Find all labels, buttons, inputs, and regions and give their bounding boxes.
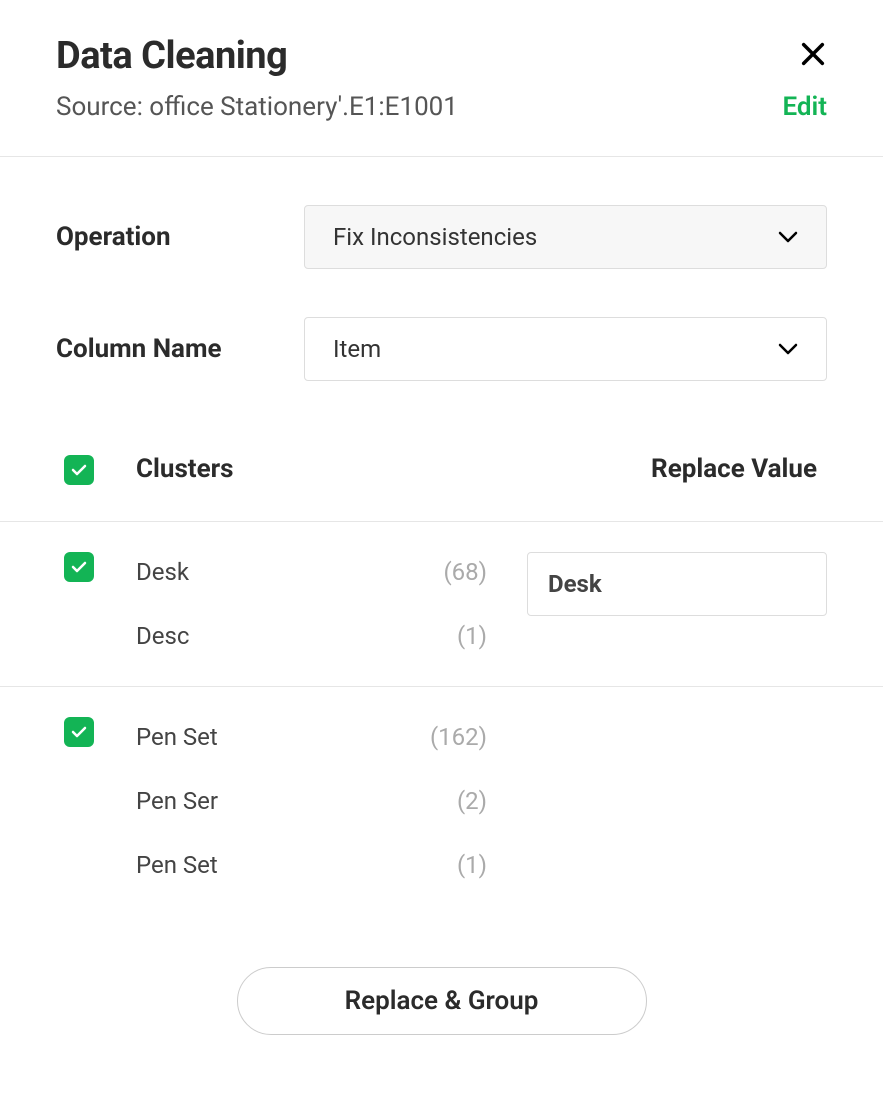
item-count: (68)	[427, 558, 527, 586]
item-name: Pen Set	[136, 851, 427, 879]
cluster-item: Pen Ser (2)	[136, 779, 527, 823]
column-name-label: Column Name	[56, 334, 304, 364]
cluster-checkbox[interactable]	[64, 552, 94, 582]
chevron-down-icon	[778, 343, 798, 355]
item-count: (1)	[427, 851, 527, 879]
replace-value-input[interactable]	[527, 552, 827, 616]
item-name: Desc	[136, 622, 427, 650]
close-icon[interactable]	[799, 40, 827, 72]
operation-select[interactable]: Fix Inconsistencies	[304, 205, 827, 269]
cluster-checkbox[interactable]	[64, 717, 94, 747]
check-icon	[71, 726, 87, 738]
replace-group-button[interactable]: Replace & Group	[237, 967, 647, 1035]
page-title: Data Cleaning	[56, 34, 287, 78]
item-count: (2)	[427, 787, 527, 815]
cluster-group: Pen Set (162) Pen Ser (2) Pen Set (1)	[56, 687, 827, 915]
clusters-header: Clusters	[136, 454, 527, 484]
edit-link[interactable]: Edit	[782, 92, 827, 122]
column-name-select[interactable]: Item	[304, 317, 827, 381]
operation-value: Fix Inconsistencies	[333, 223, 537, 251]
column-name-value: Item	[333, 335, 381, 363]
item-name: Desk	[136, 558, 427, 586]
cluster-item: Desk (68)	[136, 550, 527, 594]
cluster-item: Pen Set (1)	[136, 843, 527, 887]
select-all-checkbox[interactable]	[64, 455, 94, 485]
item-count: (1)	[427, 622, 527, 650]
item-name: Pen Ser	[136, 787, 427, 815]
item-name: Pen Set	[136, 723, 427, 751]
cluster-item: Pen Set (162)	[136, 715, 527, 759]
operation-label: Operation	[56, 222, 304, 252]
cluster-item: Desc (1)	[136, 614, 527, 658]
chevron-down-icon	[778, 231, 798, 243]
replace-header: Replace Value	[527, 454, 827, 484]
source-label: Source: office Stationery'.E1:E1001	[56, 92, 458, 122]
divider	[0, 156, 883, 157]
item-count: (162)	[427, 723, 527, 751]
check-icon	[71, 561, 87, 573]
check-icon	[71, 464, 87, 476]
cluster-group: Desk (68) Desc (1)	[56, 522, 827, 686]
